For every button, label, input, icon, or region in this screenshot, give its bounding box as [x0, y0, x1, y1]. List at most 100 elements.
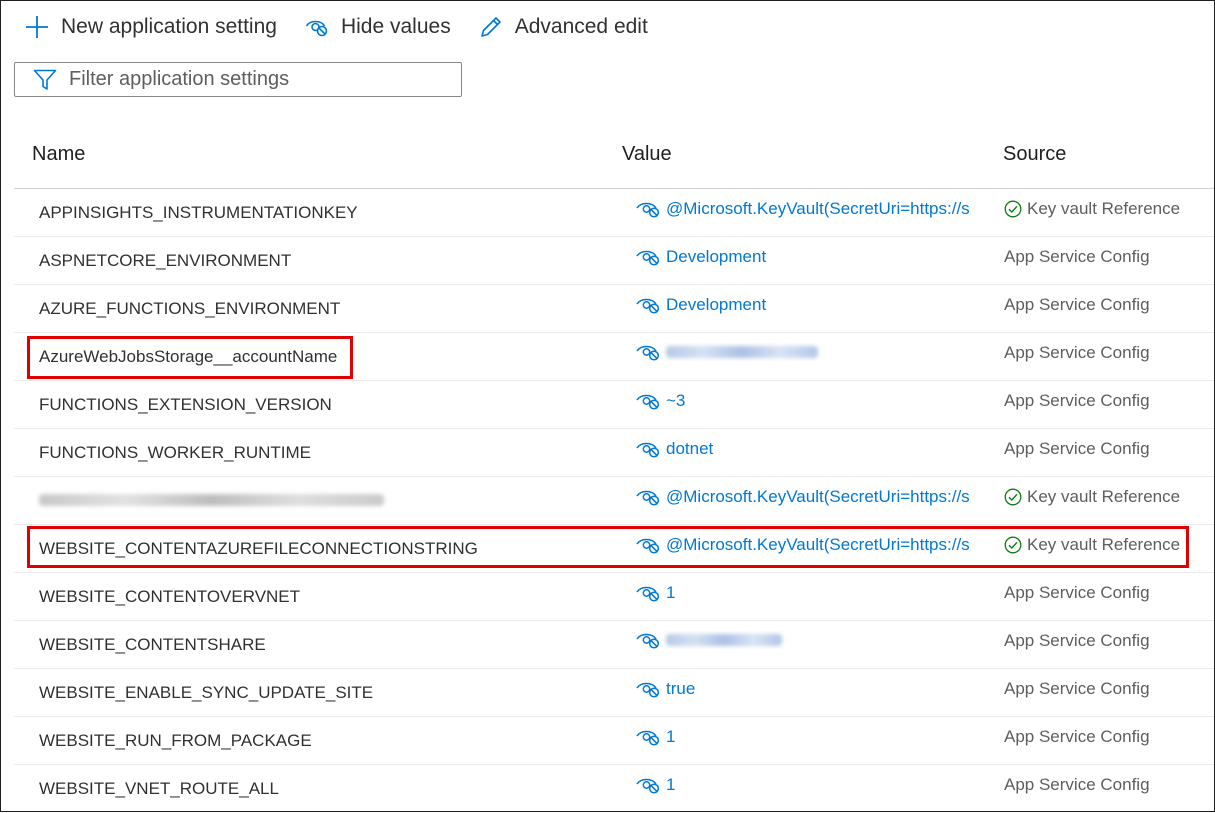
app-settings-panel: New application setting Hide values Adva…: [0, 0, 1215, 812]
setting-value-text: @Microsoft.KeyVault(SecretUri=https://s: [666, 535, 970, 554]
setting-source: App Service Config: [1004, 247, 1150, 266]
setting-value[interactable]: Development: [636, 295, 988, 315]
setting-value-text: @Microsoft.KeyVault(SecretUri=https://s: [666, 487, 970, 506]
table-row[interactable]: WEBSITE_VNET_ROUTE_ALL 1 App Service Con…: [14, 765, 1214, 813]
hidden-value-icon: [636, 248, 662, 266]
setting-value-text: 1: [666, 775, 676, 794]
setting-value-text: Development: [666, 247, 767, 266]
hide-values-button[interactable]: Hide values: [305, 15, 451, 39]
setting-name[interactable]: WEBSITE_CONTENTOVERVNET: [39, 587, 300, 607]
setting-source: App Service Config: [1004, 679, 1150, 698]
setting-source: App Service Config: [1004, 583, 1150, 602]
column-header-name[interactable]: Name: [32, 143, 85, 166]
hidden-value-icon: [636, 776, 662, 794]
advanced-edit-button[interactable]: Advanced edit: [479, 15, 648, 39]
setting-name[interactable]: AzureWebJobsStorage__accountName: [39, 347, 337, 367]
setting-name[interactable]: APPINSIGHTS_INSTRUMENTATIONKEY: [39, 203, 358, 223]
check-circle-icon: [1004, 536, 1022, 554]
hidden-value-icon: [636, 440, 662, 458]
setting-source: App Service Config: [1004, 631, 1150, 650]
hidden-value-icon: [636, 631, 662, 649]
setting-name[interactable]: AZURE_FUNCTIONS_ENVIRONMENT: [39, 299, 340, 319]
setting-value[interactable]: @Microsoft.KeyVault(SecretUri=https://s: [636, 487, 988, 507]
column-header-value[interactable]: Value: [622, 143, 672, 166]
setting-value[interactable]: @Microsoft.KeyVault(SecretUri=https://s: [636, 535, 988, 555]
table-row[interactable]: FUNCTIONS_WORKER_RUNTIME dotnet App Serv…: [14, 429, 1214, 477]
setting-value-text: Development: [666, 295, 767, 314]
table-row[interactable]: WEBSITE_ENABLE_SYNC_UPDATE_SITE true App…: [14, 669, 1214, 717]
setting-source-text: Key vault Reference: [1027, 535, 1181, 554]
table-row[interactable]: WEBSITE_CONTENTAZUREFILECONNECTIONSTRING…: [14, 525, 1214, 573]
table-row[interactable]: FUNCTIONS_EXTENSION_VERSION ~3 App Servi…: [14, 381, 1214, 429]
setting-source: App Service Config: [1004, 343, 1150, 362]
table-row[interactable]: AZURE_FUNCTIONS_ENVIRONMENT Development …: [14, 285, 1214, 333]
setting-name[interactable]: FUNCTIONS_EXTENSION_VERSION: [39, 395, 332, 415]
table-row[interactable]: WEBSITE_RUN_FROM_PACKAGE 1 App Service C…: [14, 717, 1214, 765]
setting-value-text: ~3: [666, 391, 686, 410]
hide-values-label: Hide values: [340, 15, 451, 38]
redacted-value: [666, 634, 782, 646]
hidden-value-icon: [636, 488, 662, 506]
setting-value[interactable]: true: [636, 679, 988, 699]
setting-value[interactable]: 1: [636, 583, 988, 603]
setting-name[interactable]: ASPNETCORE_ENVIRONMENT: [39, 251, 291, 271]
setting-value-text: dotnet: [666, 439, 714, 458]
filter-input[interactable]: [67, 67, 431, 92]
setting-name[interactable]: [39, 491, 384, 511]
setting-name[interactable]: WEBSITE_CONTENTSHARE: [39, 635, 266, 655]
setting-value[interactable]: dotnet: [636, 439, 988, 459]
setting-name[interactable]: WEBSITE_CONTENTAZUREFILECONNECTIONSTRING: [39, 539, 478, 559]
setting-source: Key vault Reference: [1004, 487, 1180, 507]
hidden-value-icon: [636, 680, 662, 698]
hidden-value-icon: [636, 584, 662, 602]
setting-source: App Service Config: [1004, 391, 1150, 410]
new-application-setting-button[interactable]: New application setting: [25, 15, 277, 39]
table-row[interactable]: @Microsoft.KeyVault(SecretUri=https://s …: [14, 477, 1214, 525]
setting-source: App Service Config: [1004, 775, 1150, 794]
hidden-value-icon: [636, 728, 662, 746]
setting-value-text: true: [666, 679, 696, 698]
table-row[interactable]: WEBSITE_CONTENTSHARE App Service Config: [14, 621, 1214, 669]
setting-source: App Service Config: [1004, 439, 1150, 458]
pencil-icon: [479, 15, 503, 39]
column-header-source[interactable]: Source: [1003, 143, 1066, 166]
command-bar: New application setting Hide values Adva…: [25, 9, 676, 45]
setting-value[interactable]: 1: [636, 727, 988, 747]
plus-icon: [25, 15, 49, 39]
setting-value[interactable]: ~3: [636, 391, 988, 411]
filter-icon: [33, 69, 57, 91]
setting-source: Key vault Reference: [1004, 535, 1180, 555]
setting-source: App Service Config: [1004, 295, 1150, 314]
advanced-edit-label: Advanced edit: [514, 15, 648, 38]
hidden-value-icon: [636, 392, 662, 410]
check-circle-icon: [1004, 488, 1022, 506]
setting-value[interactable]: [636, 343, 988, 361]
table-row[interactable]: WEBSITE_CONTENTOVERVNET 1 App Service Co…: [14, 573, 1214, 621]
table-row[interactable]: AzureWebJobsStorage__accountName App Ser…: [14, 333, 1214, 381]
filter-box[interactable]: [14, 62, 462, 97]
redacted-name: [39, 494, 384, 506]
hidden-value-icon: [636, 200, 662, 218]
setting-source: Key vault Reference: [1004, 199, 1180, 219]
setting-name[interactable]: WEBSITE_RUN_FROM_PACKAGE: [39, 731, 312, 751]
setting-name[interactable]: FUNCTIONS_WORKER_RUNTIME: [39, 443, 311, 463]
setting-value-text: 1: [666, 727, 676, 746]
new-application-setting-label: New application setting: [61, 15, 277, 38]
setting-source-text: Key vault Reference: [1027, 199, 1181, 218]
table-row[interactable]: ASPNETCORE_ENVIRONMENT Development App S…: [14, 237, 1214, 285]
eye-hide-icon: [305, 17, 329, 37]
setting-name[interactable]: WEBSITE_ENABLE_SYNC_UPDATE_SITE: [39, 683, 373, 703]
setting-value[interactable]: 1: [636, 775, 988, 795]
setting-value[interactable]: [636, 631, 988, 649]
setting-source: App Service Config: [1004, 727, 1150, 746]
hidden-value-icon: [636, 343, 662, 361]
setting-value-text: @Microsoft.KeyVault(SecretUri=https://s: [666, 199, 970, 218]
redacted-value: [666, 346, 818, 358]
table-row[interactable]: APPINSIGHTS_INSTRUMENTATIONKEY @Microsof…: [14, 189, 1214, 237]
hidden-value-icon: [636, 536, 662, 554]
hidden-value-icon: [636, 296, 662, 314]
setting-source-text: Key vault Reference: [1027, 487, 1181, 506]
setting-value[interactable]: Development: [636, 247, 988, 267]
setting-value[interactable]: @Microsoft.KeyVault(SecretUri=https://s: [636, 199, 988, 219]
setting-name[interactable]: WEBSITE_VNET_ROUTE_ALL: [39, 779, 279, 799]
